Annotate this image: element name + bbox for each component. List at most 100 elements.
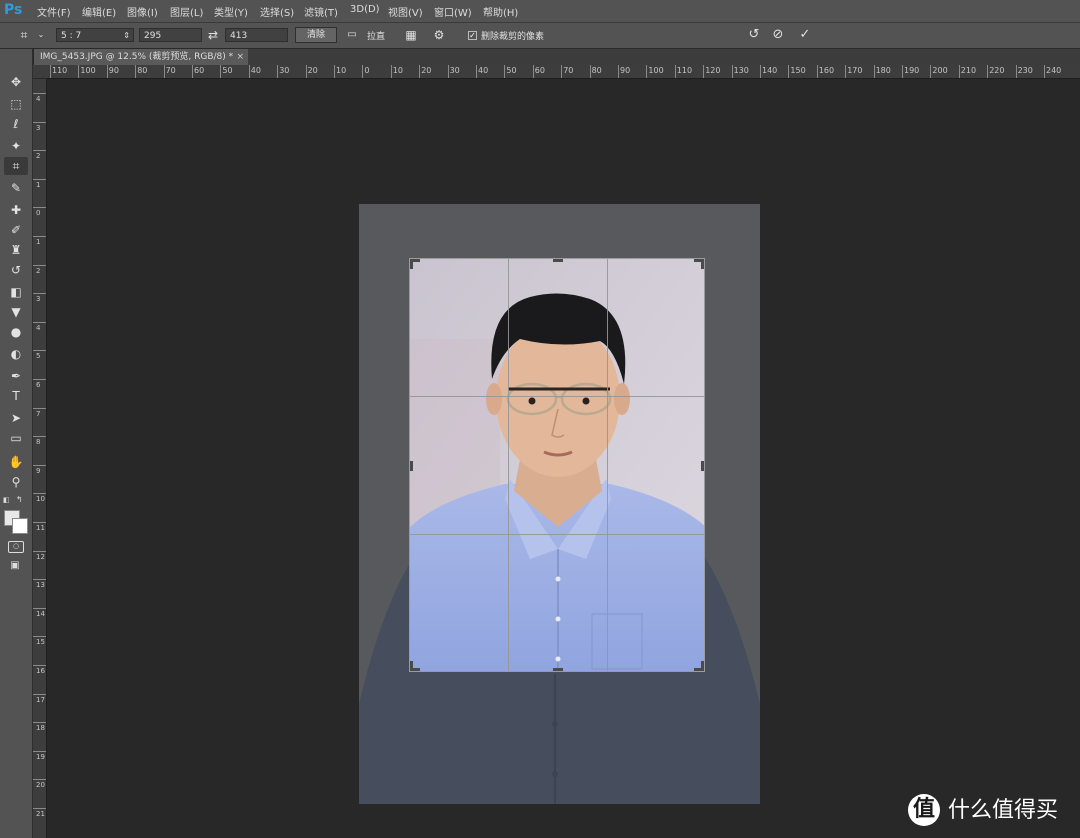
eraser-tool[interactable]: ◧ (4, 283, 28, 301)
default-colors-icon[interactable]: ◧ (3, 496, 13, 504)
ruler-vertical[interactable]: 4 3 2 1 0 1 2 3 4 5 6 7 8 9 10 11 12 13 14 15 16 17 18 19 20 21 (33, 79, 47, 838)
grid-overlay-icon[interactable]: ▦ (404, 28, 418, 42)
ruler-vtick (33, 436, 46, 438)
history-brush-tool[interactable]: ↺ (4, 261, 28, 279)
ruler-tick (987, 65, 989, 78)
ruler-vtick (33, 607, 46, 609)
ruler-tick (788, 65, 790, 78)
quick-mask-icon[interactable]: ○ (8, 541, 24, 553)
crop-handle-top-left-v[interactable] (410, 259, 413, 269)
commit-check-icon[interactable]: ✓ (797, 28, 813, 42)
dodge-tool[interactable]: ◐ (4, 345, 28, 363)
move-tool[interactable]: ✥ (4, 73, 28, 91)
close-icon[interactable]: × (236, 49, 244, 65)
ruler-vtick-label: 9 (36, 466, 41, 475)
ruler-tick-label: 90 (108, 66, 119, 75)
ruler-tick-label: 10 (392, 66, 403, 75)
crop-handle-bottom-right-v[interactable] (701, 661, 704, 671)
lasso-tool[interactable]: ℓ (4, 115, 28, 133)
ruler-tick (192, 65, 193, 78)
crop-tool-preset-icon[interactable]: ⌗ (17, 28, 31, 42)
ruler-vtick-label: 4 (36, 95, 41, 103)
ruler-tick-label: 100 (648, 66, 664, 75)
ruler-vtick (33, 93, 46, 94)
chevron-down-icon[interactable]: ⌄ (37, 28, 45, 42)
ruler-vtick-label: 13 (36, 581, 45, 590)
menu-view[interactable]: 视图(V) (388, 4, 423, 19)
crop-handle-left[interactable] (410, 461, 413, 471)
crop-handle-top[interactable] (553, 259, 563, 262)
menu-type[interactable]: 类型(Y) (214, 4, 248, 19)
menu-edit[interactable]: 编辑(E) (82, 4, 116, 19)
ruler-tick (163, 65, 165, 78)
clone-stamp-tool[interactable]: ♜ (4, 241, 28, 259)
marquee-tool[interactable]: ⬚ (4, 95, 28, 113)
crop-handle-top-right-v[interactable] (701, 259, 704, 269)
ruler-tick-label: 40 (478, 66, 489, 75)
ruler-vtick (33, 293, 46, 295)
ruler-vtick (33, 779, 46, 781)
ruler-horizontal[interactable]: 110 100 90 80 70 60 50 40 30 20 10 0 10 20 30 40 50 60 70 8… (47, 65, 1080, 79)
path-selection-tool[interactable]: ➤ (4, 409, 28, 427)
ruler-vtick-label: 16 (36, 667, 45, 675)
ruler-tick-label: 10 (336, 66, 347, 75)
zoom-tool[interactable]: ⚲ (4, 473, 28, 491)
screen-mode-icon[interactable]: ▣ (8, 561, 22, 571)
swap-colors-icon[interactable]: ↰ (16, 495, 26, 504)
menu-layer[interactable]: 图层(L) (170, 4, 203, 19)
ruler-tick-label: 0 (364, 66, 370, 75)
ruler-vtick-label: 1 (36, 238, 41, 246)
straighten-label[interactable]: 拉直 (367, 29, 385, 42)
delete-cropped-checkbox[interactable]: ✓ (468, 31, 477, 40)
ruler-vtick (33, 722, 46, 724)
healing-brush-tool[interactable]: ✚ (4, 201, 28, 219)
swap-dimensions-icon[interactable]: ⇄ (206, 28, 220, 42)
ruler-vtick (33, 522, 46, 523)
ruler-origin[interactable] (33, 65, 47, 78)
crop-handle-bottom-left-v[interactable] (410, 661, 413, 671)
cancel-icon[interactable]: ⊘ (770, 28, 786, 42)
menu-file[interactable]: 文件(F) (37, 4, 71, 19)
crop-box[interactable]: + (409, 258, 705, 672)
reset-icon[interactable]: ↺ (746, 28, 762, 42)
menu-image[interactable]: 图像(I) (127, 4, 158, 19)
ruler-tick-label: 50 (506, 66, 517, 75)
type-tool[interactable]: T (4, 387, 28, 405)
stepper-arrows-icon: ⇕ (123, 31, 130, 40)
menu-3d[interactable]: 3D(D) (350, 4, 380, 15)
crop-handle-bottom[interactable] (553, 668, 563, 671)
ruler-tick (504, 65, 506, 78)
document-tab[interactable]: IMG_5453.JPG @ 12.5% (裁剪预览, RGB/8) * × (34, 49, 248, 65)
crop-tool[interactable]: ⌗ (4, 157, 28, 175)
options-bar: ⌗ ⌄ 5 : 7 ⇕ 295 ⇄ 413 清除 ▭ 拉直 ▦ ⚙ ✓ 删除裁剪… (0, 23, 1080, 49)
ruler-tick (476, 65, 477, 78)
menu-filter[interactable]: 滤镜(T) (304, 4, 338, 19)
eyedropper-tool[interactable]: ✎ (4, 179, 28, 197)
hand-tool[interactable]: ✋ (4, 453, 28, 471)
ruler-tick (703, 65, 705, 78)
rectangle-tool[interactable]: ▭ (4, 429, 28, 447)
pen-tool[interactable]: ✒ (4, 367, 28, 385)
paint-bucket-tool[interactable]: ▼ (4, 303, 28, 321)
straighten-icon[interactable]: ▭ (345, 28, 359, 42)
ruler-tick (50, 65, 51, 78)
aspect-ratio-select[interactable]: 5 : 7 ⇕ (56, 28, 134, 42)
ruler-tick-label: 70 (563, 66, 574, 75)
ruler-vtick-label: 10 (36, 495, 45, 504)
width-input[interactable]: 295 (139, 28, 202, 42)
ruler-tick-label: 60 (534, 66, 545, 75)
menu-help[interactable]: 帮助(H) (483, 4, 518, 19)
ruler-vtick (33, 264, 46, 266)
ruler-tick-label: 140 (762, 66, 778, 75)
menu-select[interactable]: 选择(S) (260, 4, 294, 19)
magic-wand-tool[interactable]: ✦ (4, 137, 28, 155)
brush-tool[interactable]: ✐ (4, 221, 28, 239)
gear-icon[interactable]: ⚙ (432, 28, 446, 42)
ruler-tick (106, 65, 108, 78)
blur-tool[interactable]: ● (4, 323, 28, 341)
clear-button[interactable]: 清除 (295, 27, 337, 43)
crop-handle-right[interactable] (701, 461, 704, 471)
menu-window[interactable]: 窗口(W) (434, 4, 472, 19)
background-color-swatch[interactable] (12, 518, 28, 534)
height-input[interactable]: 413 (225, 28, 288, 42)
